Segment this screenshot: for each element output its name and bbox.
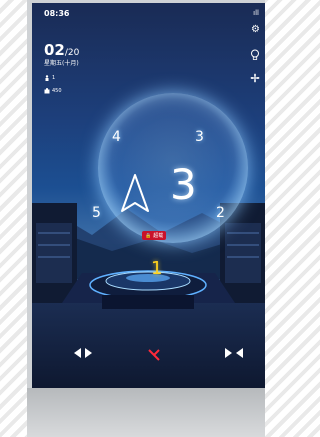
passenger-count: 1: [44, 75, 55, 81]
floor-5-label[interactable]: 5: [92, 205, 101, 221]
device-frame: 4 3 5 2 1 3 🔒 超载 08:36 ıll 02/20 星期五(十月)…: [27, 0, 265, 437]
date-day: 02: [44, 41, 65, 59]
device-bezel-bottom: [27, 388, 265, 437]
gear-icon[interactable]: ⚙: [251, 25, 260, 35]
date-display: 02/20: [44, 41, 79, 59]
date-month: /20: [64, 48, 80, 58]
load-value: 450: [52, 88, 62, 94]
signal-icon: ıll: [253, 9, 259, 17]
door-close-button[interactable]: [223, 346, 245, 360]
floor-1-label[interactable]: 1: [151, 258, 162, 279]
bulb-icon[interactable]: [250, 49, 260, 64]
load-icon: [44, 88, 50, 94]
current-floor-number: 3: [170, 160, 197, 209]
emergency-stop-icon[interactable]: [147, 348, 161, 362]
door-open-button[interactable]: [72, 346, 94, 360]
floor-2-label[interactable]: 2: [216, 205, 225, 221]
up-arrow-icon: [121, 174, 149, 212]
clock: 08:36: [44, 9, 70, 18]
passenger-icon: [45, 75, 49, 81]
passenger-value: 1: [52, 75, 56, 81]
overload-badge: 🔒 超载: [142, 231, 167, 240]
load-indicator: 450: [44, 88, 62, 94]
overload-text: 超载: [153, 233, 164, 239]
weekday-text: 星期五(十月): [44, 60, 79, 67]
fan-icon[interactable]: [250, 73, 260, 86]
floor-4-label[interactable]: 4: [112, 129, 121, 145]
elevator-screen: 4 3 5 2 1 3 🔒 超载 08:36 ıll 02/20 星期五(十月)…: [32, 3, 265, 388]
lock-icon: 🔒: [145, 232, 152, 239]
floor-3-label[interactable]: 3: [195, 129, 204, 145]
